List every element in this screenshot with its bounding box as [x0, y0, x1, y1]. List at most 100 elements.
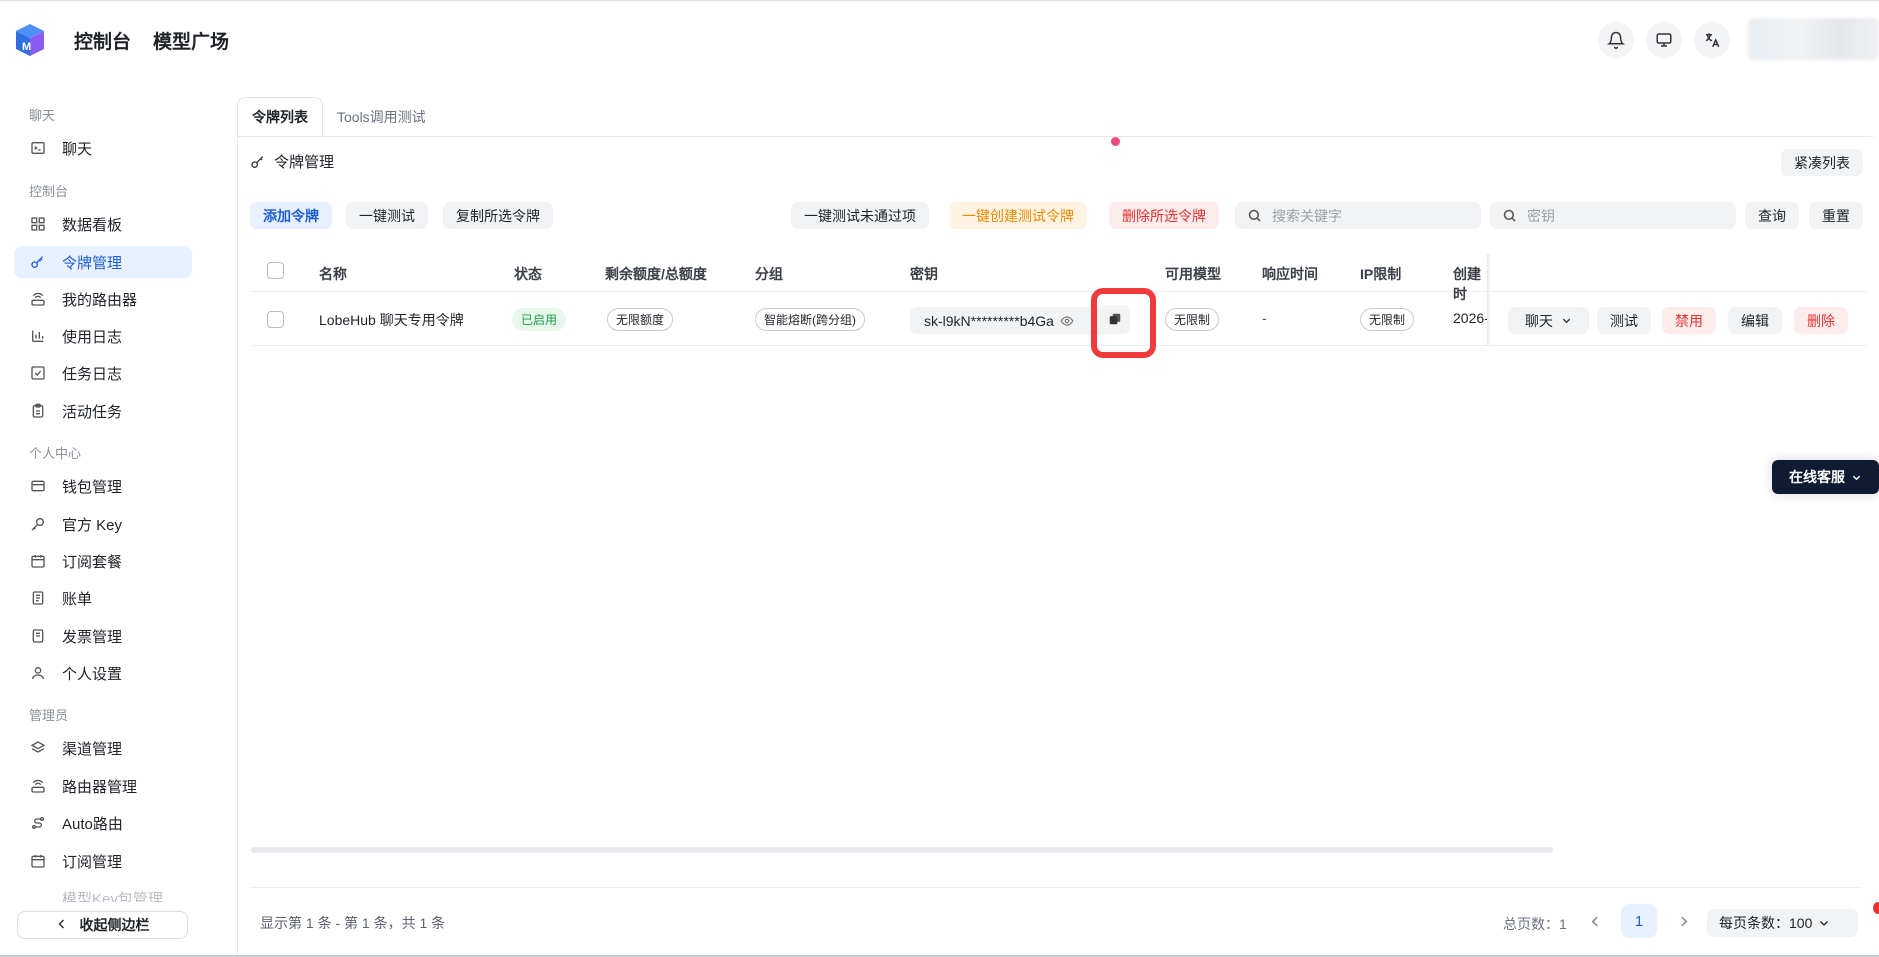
sidebar-item-auto-route[interactable]: Auto路由 [14, 807, 192, 839]
test-row-button[interactable]: 测试 [1597, 307, 1651, 334]
sidebar-item-dashboard[interactable]: 数据看板 [14, 208, 192, 240]
sidebar-item-usage-log[interactable]: 使用日志 [14, 320, 192, 352]
online-support-button[interactable]: 在线客服 [1772, 460, 1879, 494]
column-header-status[interactable]: 状态 [514, 264, 542, 284]
translate-icon [1705, 33, 1720, 48]
sidebar-item-label: 官方 Key [62, 516, 123, 534]
token-name: LobeHub 聊天专用令牌 [319, 312, 464, 328]
eye-icon[interactable] [1060, 314, 1074, 328]
check-square-icon [29, 365, 46, 382]
column-header-group[interactable]: 分组 [755, 264, 783, 284]
edit-row-button[interactable]: 编辑 [1728, 307, 1782, 334]
bar-chart-icon [29, 328, 46, 345]
app-logo-icon[interactable]: M [12, 23, 48, 57]
column-header-name[interactable]: 名称 [319, 264, 347, 284]
next-page-button[interactable] [1665, 904, 1701, 938]
wallet-icon [29, 478, 46, 495]
top-header: M 控制台 模型广场 [0, 0, 1879, 78]
delete-row-button[interactable]: 删除 [1794, 307, 1848, 334]
disable-row-button[interactable]: 禁用 [1662, 307, 1716, 334]
table-header: 名称 状态 剩余额度/总额度 分组 密钥 可用模型 响应时间 IP限制 创建时 [250, 254, 1867, 302]
delete-selected-button[interactable]: 删除所选令牌 [1109, 202, 1219, 229]
sidebar-item-personal-settings[interactable]: 个人设置 [14, 657, 192, 689]
sidebar-item-label: 任务日志 [62, 365, 123, 383]
nav-model-plaza-link[interactable]: 模型广场 [153, 27, 229, 54]
key-icon [29, 254, 46, 271]
column-header-models[interactable]: 可用模型 [1165, 264, 1221, 284]
panel-title-text: 令牌管理 [274, 154, 335, 171]
select-all-checkbox[interactable] [267, 262, 284, 279]
key-search-input[interactable]: 密钥 [1490, 202, 1736, 229]
sidebar-item-channels[interactable]: 渠道管理 [14, 732, 192, 764]
sidebar-item-chat[interactable]: 聊天 [14, 132, 192, 164]
user-icon [29, 665, 46, 682]
sidebar-item-label: 数据看板 [62, 216, 123, 234]
collapse-sidebar-button[interactable]: 收起侧边栏 [17, 911, 188, 939]
row-checkbox[interactable] [267, 311, 284, 328]
language-button[interactable] [1694, 22, 1730, 58]
chat-dropdown-button[interactable]: 聊天 [1508, 307, 1589, 334]
key-search-placeholder: 密钥 [1527, 207, 1555, 224]
tab-tools-test[interactable]: Tools调用测试 [323, 97, 440, 137]
page-size-label: 每页条数：100 [1719, 915, 1813, 931]
test-all-button[interactable]: 一键测试 [346, 202, 428, 229]
sidebar-item-invoice[interactable]: 发票管理 [14, 620, 192, 652]
notification-dot [1873, 902, 1879, 914]
sidebar-item-wallet[interactable]: 钱包管理 [14, 470, 192, 502]
chevron-left-icon [56, 917, 68, 933]
sidebar-item-label: 订阅套餐 [62, 553, 123, 571]
nav-console-link[interactable]: 控制台 [74, 27, 131, 54]
sidebar-item-router-management[interactable]: 路由器管理 [14, 770, 192, 802]
sidebar-item-bills[interactable]: 账单 [14, 582, 192, 614]
chevron-down-icon [1562, 318, 1571, 324]
add-token-button[interactable]: 添加令牌 [250, 202, 332, 229]
page-size-select[interactable]: 每页条数：100 [1707, 909, 1858, 937]
sidebar-item-task-log[interactable]: 任务日志 [14, 357, 192, 389]
sidebar-item-label: 使用日志 [62, 328, 123, 346]
token-key-value: sk-l9kN*********b4Ga [924, 312, 1054, 329]
query-button[interactable]: 查询 [1745, 202, 1799, 229]
quota-badge: 无限额度 [607, 308, 674, 331]
notification-button[interactable] [1598, 22, 1634, 58]
tab-token-list[interactable]: 令牌列表 [237, 97, 323, 137]
create-test-token-button[interactable]: 一键创建测试令牌 [949, 202, 1087, 229]
clipboard-icon [29, 403, 46, 420]
user-avatar[interactable] [1748, 18, 1879, 60]
created-time: 2026- [1453, 310, 1487, 326]
horizontal-scrollbar[interactable] [251, 847, 1553, 853]
sidebar-item-label: 聊天 [62, 140, 93, 158]
tab-bar: 令牌列表 Tools调用测试 [237, 97, 440, 137]
test-failed-button[interactable]: 一键测试未通过项 [791, 202, 929, 229]
chevron-down-icon [1820, 920, 1829, 927]
sidebar-item-my-router[interactable]: 我的路由器 [14, 283, 192, 315]
panel-title: 令牌管理 [250, 151, 334, 172]
sidebar-item-label: 活动任务 [62, 403, 123, 421]
sidebar-item-active-tasks[interactable]: 活动任务 [14, 395, 192, 427]
ip-limit-badge: 无限制 [1360, 308, 1415, 331]
bell-icon [1607, 31, 1625, 49]
key-icon [251, 155, 264, 168]
calendar-icon [29, 553, 46, 570]
sidebar-item-subscription-management[interactable]: 订阅管理 [14, 845, 192, 877]
router-icon [29, 291, 46, 308]
copy-selected-button[interactable]: 复制所选令牌 [443, 202, 553, 229]
display-button[interactable] [1646, 22, 1682, 58]
column-header-ip-limit[interactable]: IP限制 [1360, 264, 1401, 284]
sticky-column-shadow [1487, 254, 1491, 346]
pagination-summary: 显示第 1 条 - 第 1 条，共 1 条 [260, 915, 446, 931]
reset-button[interactable]: 重置 [1809, 202, 1863, 229]
compact-list-button[interactable]: 紧凑列表 [1781, 149, 1863, 176]
copy-button-highlight [1091, 288, 1156, 358]
sidebar-item-label: 我的路由器 [62, 291, 138, 309]
column-header-quota[interactable]: 剩余额度/总额度 [605, 264, 707, 284]
prev-page-button[interactable] [1577, 904, 1613, 938]
column-header-key[interactable]: 密钥 [910, 264, 938, 284]
monitor-icon [1656, 33, 1672, 47]
keyword-search-input[interactable]: 搜索关键字 [1235, 202, 1481, 229]
page-button-current[interactable]: 1 [1621, 904, 1657, 938]
sidebar-item-partial[interactable]: 模型Key包管理 [14, 888, 192, 902]
column-header-response-time[interactable]: 响应时间 [1262, 264, 1318, 284]
sidebar-item-token-management[interactable]: 令牌管理 [14, 246, 192, 278]
sidebar-item-official-key[interactable]: 官方 Key [14, 508, 192, 540]
sidebar-item-subscription[interactable]: 订阅套餐 [14, 545, 192, 577]
